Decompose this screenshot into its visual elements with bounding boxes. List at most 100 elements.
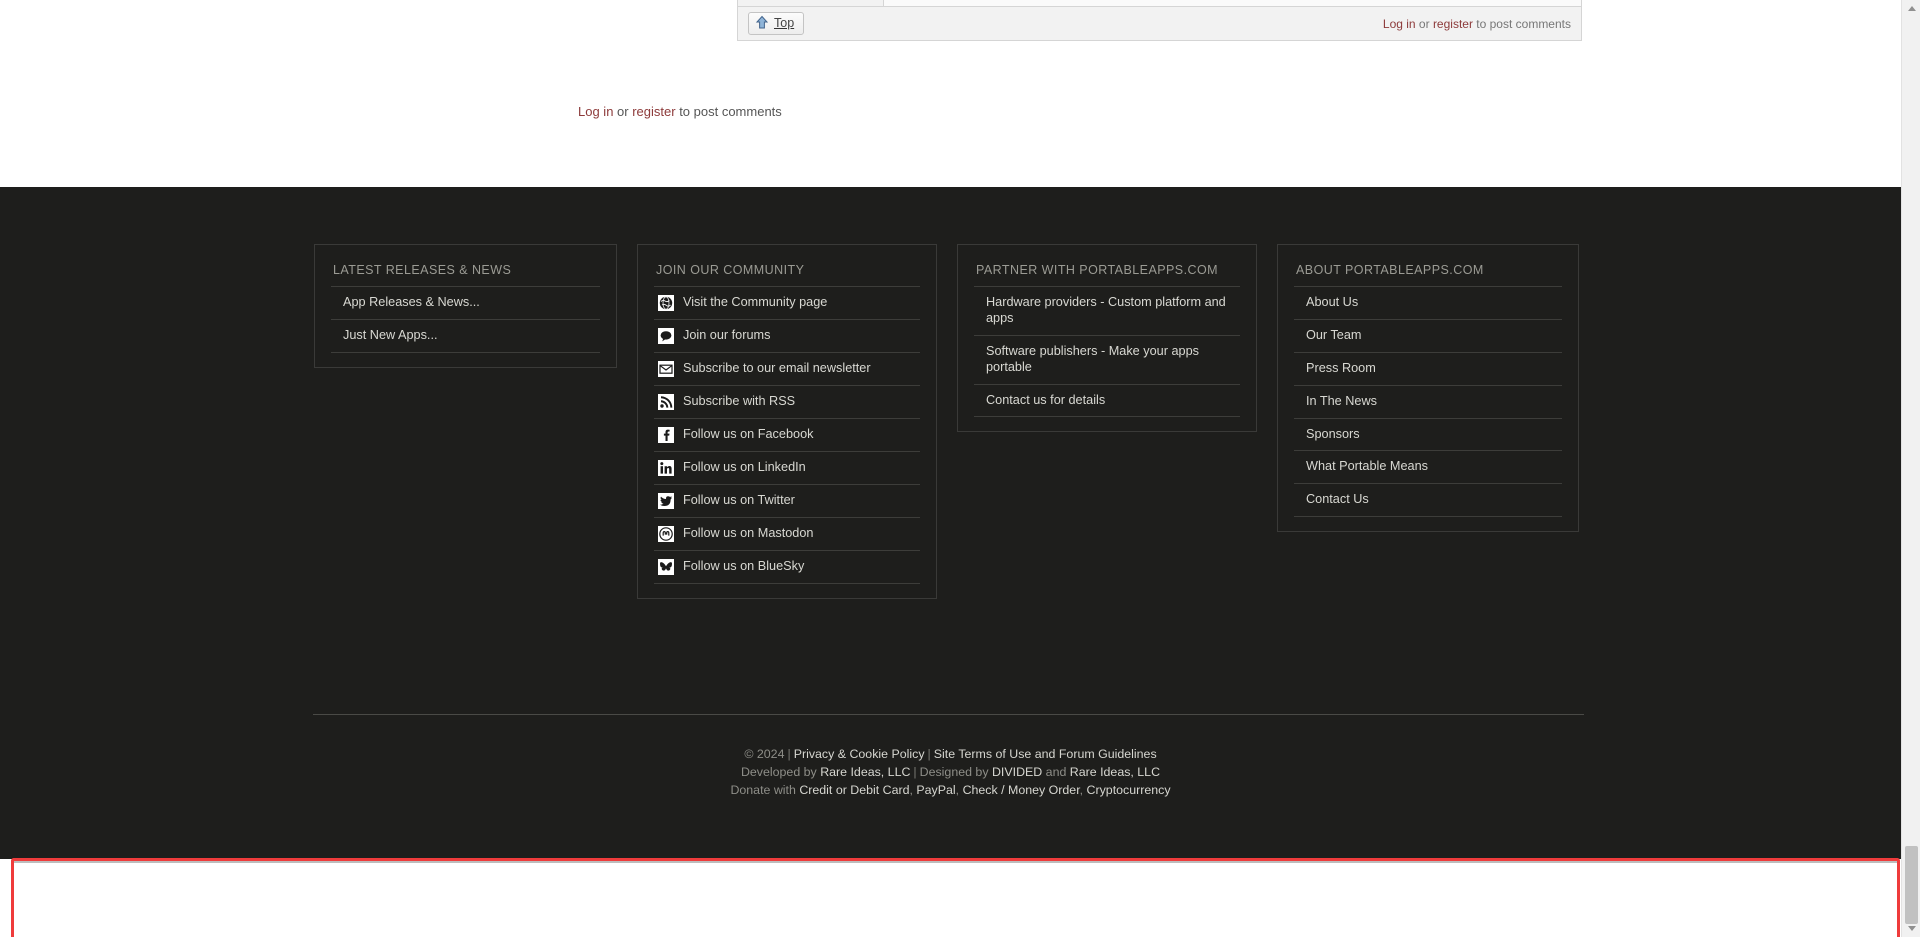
- vertical-scrollbar[interactable]: [1901, 0, 1920, 937]
- list-item: Subscribe with RSS: [654, 385, 920, 418]
- facebook-icon: [658, 427, 674, 443]
- footer-link-our-team[interactable]: Our Team: [1294, 320, 1562, 352]
- login-link[interactable]: Log in: [578, 104, 613, 119]
- footer-column-title: LATEST RELEASES & NEWS: [333, 263, 512, 277]
- post-comments-prompt: Log in or register to post comments: [578, 104, 782, 119]
- comma-2: ,: [955, 783, 963, 798]
- footer-link-email-newsletter[interactable]: Subscribe to our email newsletter: [654, 353, 920, 385]
- footer-link-linkedin[interactable]: Follow us on LinkedIn: [654, 452, 920, 484]
- bluesky-icon: [658, 559, 674, 575]
- comment-author-meta: 12 hours 5 min ago: [738, 0, 883, 7]
- footer-divider: [313, 714, 1584, 715]
- post-comments-suffix-inline: to post comments: [1472, 16, 1571, 31]
- footer-link-label: Follow us on Mastodon: [683, 526, 814, 541]
- footer-link-label: Subscribe to our email newsletter: [683, 361, 871, 376]
- designer-divided-link[interactable]: DIVIDED: [992, 765, 1042, 779]
- scroll-down-arrow-icon[interactable]: [1902, 920, 1920, 937]
- list-item: Just New Apps...: [331, 318, 600, 353]
- comment-footer: Top Log in or register to post comments: [738, 6, 1581, 41]
- footer-link-forums[interactable]: Join our forums: [654, 320, 920, 352]
- footer-column-partner: PARTNER WITH PORTABLEAPPS.COM Hardware p…: [957, 244, 1257, 433]
- footer-link-in-the-news[interactable]: In The News: [1294, 386, 1562, 418]
- or-text: or: [613, 104, 633, 119]
- and-text: and: [1042, 765, 1070, 780]
- scroll-up-arrow-icon[interactable]: [1902, 0, 1920, 17]
- up-arrow-icon: [755, 15, 769, 32]
- legal-separator: |: [913, 765, 917, 780]
- footer-link-list: Hardware providers - Custom platform and…: [974, 286, 1240, 418]
- list-item: About Us: [1294, 286, 1562, 319]
- list-item: Follow us on Facebook: [654, 418, 920, 451]
- scrollbar-thumb[interactable]: [1905, 846, 1918, 924]
- footer-column-title: JOIN OUR COMMUNITY: [656, 263, 805, 277]
- footer-columns: LATEST RELEASES & NEWS App Releases & Ne…: [314, 244, 1579, 599]
- footer-link-label: Follow us on Facebook: [683, 427, 814, 442]
- footer-link-label: Visit the Community page: [683, 295, 828, 310]
- register-link[interactable]: register: [632, 104, 675, 119]
- donate-paypal-link[interactable]: PayPal: [916, 783, 955, 797]
- legal-separator: |: [787, 747, 791, 761]
- comment-body-row: 12 hours 5 min ago: [738, 0, 1581, 7]
- or-text-inline: or: [1415, 16, 1433, 31]
- privacy-policy-link[interactable]: Privacy & Cookie Policy: [794, 747, 925, 761]
- footer-link-facebook[interactable]: Follow us on Facebook: [654, 419, 920, 451]
- post-comments-suffix: to post comments: [675, 104, 782, 119]
- top-button[interactable]: Top: [748, 12, 805, 36]
- footer-link-community-page[interactable]: Visit the Community page: [654, 287, 920, 319]
- mastodon-icon: [658, 526, 674, 542]
- footer-link-software-publishers[interactable]: Software publishers - Make your apps por…: [974, 336, 1240, 384]
- designed-by-text: Designed by: [919, 765, 992, 780]
- comma-3: ,: [1079, 783, 1087, 798]
- list-item: Hardware providers - Custom platform and…: [974, 286, 1240, 335]
- globe-icon: [658, 295, 674, 311]
- register-link-inline[interactable]: register: [1433, 17, 1473, 31]
- donate-with-text: Donate with: [730, 783, 800, 798]
- highlighted-bottom-panel[interactable]: [11, 858, 1900, 937]
- list-item: In The News: [1294, 384, 1562, 418]
- list-item: Contact Us: [1294, 483, 1562, 518]
- footer-link-rss[interactable]: Subscribe with RSS: [654, 386, 920, 418]
- list-item: Follow us on Twitter: [654, 484, 920, 517]
- login-link-inline[interactable]: Log in: [1383, 17, 1416, 31]
- list-item: Software publishers - Make your apps por…: [974, 334, 1240, 384]
- donate-crypto-link[interactable]: Cryptocurrency: [1087, 783, 1171, 797]
- donate-check-link[interactable]: Check / Money Order: [963, 783, 1080, 797]
- donate-card-link[interactable]: Credit or Debit Card: [799, 783, 909, 797]
- top-button-label: Top: [774, 16, 795, 31]
- footer-column-community: JOIN OUR COMMUNITY Visit the Community p…: [637, 244, 937, 599]
- footer-link-contact-us[interactable]: Contact Us: [1294, 484, 1562, 516]
- footer-link-label: Subscribe with RSS: [683, 394, 796, 409]
- designer-rare-ideas-link[interactable]: Rare Ideas, LLC: [1070, 765, 1160, 779]
- panel-top-edge: [14, 861, 1897, 863]
- comment-text-body: [883, 0, 1581, 7]
- footer-link-just-new-apps[interactable]: Just New Apps...: [331, 320, 600, 352]
- site-footer: LATEST RELEASES & NEWS App Releases & Ne…: [0, 187, 1901, 859]
- page-root: 12 hours 5 min ago: [0, 0, 1920, 937]
- footer-link-app-releases-news[interactable]: App Releases & News...: [331, 287, 600, 319]
- list-item: Our Team: [1294, 318, 1562, 352]
- footer-link-what-portable-means[interactable]: What Portable Means: [1294, 451, 1562, 483]
- footer-link-contact-for-details[interactable]: Contact us for details: [974, 385, 1240, 417]
- footer-link-list: App Releases & News... Just New Apps...: [331, 286, 600, 353]
- list-item: App Releases & News...: [331, 286, 600, 319]
- speech-bubble-icon: [658, 328, 674, 344]
- site-terms-link[interactable]: Site Terms of Use and Forum Guidelines: [934, 747, 1157, 761]
- legal-line-3: Donate with Credit or Debit Card, PayPal…: [0, 781, 1901, 799]
- footer-link-bluesky[interactable]: Follow us on BlueSky: [654, 551, 920, 583]
- footer-link-press-room[interactable]: Press Room: [1294, 353, 1562, 385]
- post-comments-prompt-inline: Log in or register to post comments: [1383, 17, 1575, 31]
- developer-link[interactable]: Rare Ideas, LLC: [820, 765, 910, 779]
- footer-legal: © 2024 | Privacy & Cookie Policy | Site Term…: [0, 745, 1901, 800]
- legal-line-2: Developed by Rare Ideas, LLC | Designed by…: [0, 763, 1901, 781]
- footer-column-latest-releases: LATEST RELEASES & NEWS App Releases & Ne…: [314, 244, 617, 368]
- footer-link-about-us[interactable]: About Us: [1294, 287, 1562, 319]
- footer-link-sponsors[interactable]: Sponsors: [1294, 419, 1562, 451]
- twitter-icon: [658, 493, 674, 509]
- footer-link-twitter[interactable]: Follow us on Twitter: [654, 485, 920, 517]
- footer-link-list: About Us Our Team Press Room In The News…: [1294, 286, 1562, 518]
- footer-link-mastodon[interactable]: Follow us on Mastodon: [654, 518, 920, 550]
- footer-column-title: ABOUT PORTABLEAPPS.COM: [1296, 263, 1484, 277]
- legal-line-1: © 2024 | Privacy & Cookie Policy | Site Term…: [0, 745, 1901, 763]
- list-item: Visit the Community page: [654, 286, 920, 319]
- footer-link-hardware-providers[interactable]: Hardware providers - Custom platform and…: [974, 287, 1240, 335]
